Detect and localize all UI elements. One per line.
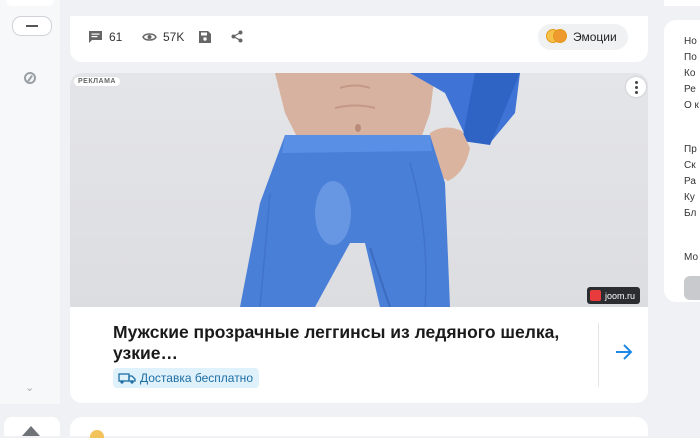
right-link[interactable]: Ку — [684, 192, 695, 203]
right-action-button[interactable] — [684, 276, 700, 300]
right-link[interactable]: О к — [684, 100, 699, 111]
comment-icon — [89, 31, 102, 43]
rail-top-card — [6, 0, 54, 6]
delivery-badge: Доставка бесплатно — [113, 368, 259, 388]
right-link[interactable]: Но — [684, 36, 697, 47]
comments-count: 61 — [109, 30, 123, 44]
right-link[interactable]: Ре — [684, 84, 696, 95]
chevron-down-icon[interactable]: ⌄ — [25, 381, 34, 394]
right-link[interactable]: Пр — [684, 144, 697, 155]
delivery-label: Доставка бесплатно — [140, 371, 253, 385]
truck-icon — [118, 373, 136, 384]
divider — [598, 323, 599, 387]
right-link[interactable]: Ра — [684, 176, 696, 187]
share-button[interactable] — [231, 30, 243, 43]
bookmark-icon — [199, 31, 211, 43]
ad-photo-illustration — [240, 73, 520, 307]
post-action-bar: 61 57K Эмоции — [70, 16, 648, 62]
ad-card[interactable]: РЕКЛАМА joom.ru Мужские прозрачные легги… — [70, 73, 648, 403]
more-vertical-icon[interactable] — [626, 77, 646, 97]
save-button[interactable] — [199, 31, 211, 43]
right-link[interactable]: По — [684, 52, 697, 63]
compass-icon[interactable] — [24, 72, 36, 84]
right-sidebar: Но По Ко Ре О к Пр Ск Ра Ку Бл Мо — [664, 0, 700, 436]
right-link[interactable]: Ко — [684, 68, 695, 79]
right-top-card — [664, 0, 700, 6]
arrow-up-icon[interactable] — [22, 426, 40, 436]
arrow-right-icon[interactable] — [614, 343, 634, 361]
joom-logo-icon — [590, 290, 601, 301]
collapse-button[interactable] — [12, 16, 52, 36]
right-link[interactable]: Ск — [684, 160, 696, 171]
views-stat: 57K — [142, 30, 184, 44]
emoji-reactions-icon — [546, 29, 567, 45]
eye-icon — [142, 33, 157, 41]
ad-image[interactable]: РЕКЛАМА joom.ru — [70, 73, 648, 307]
share-icon — [231, 30, 243, 43]
views-count: 57K — [163, 30, 185, 44]
left-rail: ⌄ — [0, 0, 60, 404]
emotions-button[interactable]: Эмоции — [538, 24, 628, 50]
comments-button[interactable]: 61 — [88, 30, 122, 44]
next-post-card[interactable] — [70, 417, 648, 438]
right-links-panel: Но По Ко Ре О к Пр Ск Ра Ку Бл Мо — [664, 20, 700, 302]
emoji-icon — [90, 430, 104, 438]
right-more-label[interactable]: Мо — [684, 252, 698, 263]
scroll-top-card[interactable] — [4, 417, 60, 436]
right-link[interactable]: Бл — [684, 208, 696, 219]
emotions-label: Эмоции — [573, 30, 617, 44]
ad-source: joom.ru — [605, 290, 636, 301]
ad-source-badge[interactable]: joom.ru — [587, 287, 641, 304]
ad-headline[interactable]: Мужские прозрачные леггинсы из ледяного … — [113, 322, 583, 364]
ad-label: РЕКЛАМА — [74, 77, 120, 86]
